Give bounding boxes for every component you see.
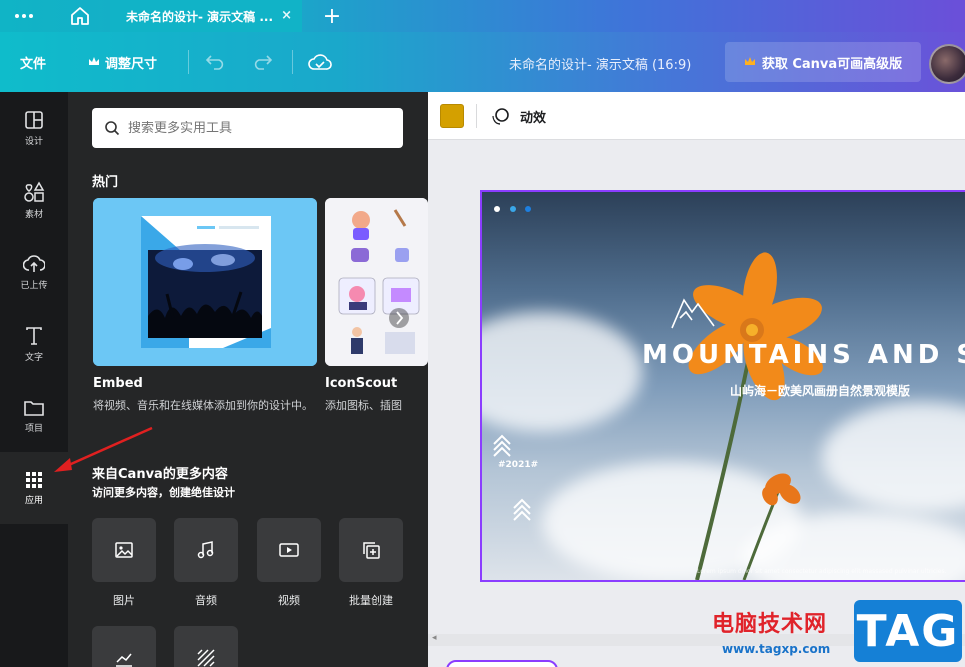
app-label-video: 视频	[278, 594, 300, 607]
slide-title[interactable]: MOUNTAINS AND S	[642, 340, 965, 370]
toolbar-divider	[292, 50, 293, 74]
card-name-embed: Embed	[93, 376, 143, 391]
color-swatch[interactable]	[440, 104, 464, 128]
search-input[interactable]	[128, 120, 368, 136]
rail-item-design[interactable]: 设计	[0, 96, 68, 160]
toolbar-divider	[188, 50, 189, 74]
design-layout-icon	[25, 110, 43, 129]
slide-footer-text[interactable]: Lorem ipsum dolor sit amet consectetur a…	[697, 568, 947, 575]
home-icon[interactable]	[62, 0, 98, 32]
red-annotation-arrow	[54, 426, 153, 472]
rail-item-elements[interactable]: 素材	[0, 168, 68, 232]
scroll-left-icon[interactable]: ◂	[432, 633, 437, 643]
more-content-subtitle: 访问更多内容，创建绝佳设计	[92, 486, 235, 499]
left-rail: 设计 素材 已上传 文字 项目 应用	[0, 92, 68, 667]
rail-label: 设计	[24, 136, 43, 147]
animate-button[interactable]: 动效	[490, 104, 546, 128]
app-label-images: 图片	[113, 594, 135, 607]
close-icon[interactable]: ×	[281, 8, 292, 23]
tab-bar: 未命名的设计- 演示文稿 ... × +	[0, 0, 965, 32]
file-menu-button[interactable]: 文件	[20, 32, 46, 92]
rail-label: 文字	[24, 352, 43, 363]
new-tab-button[interactable]: +	[318, 0, 346, 32]
pattern-stripes-icon	[197, 649, 215, 667]
embed-thumbnail	[93, 198, 317, 366]
resize-label: 调整尺寸	[105, 56, 158, 72]
slide-page[interactable]: MOUNTAINS AND S 山屿海－欧美风画册自然景观模版 #2021# L…	[480, 190, 965, 582]
more-dots-icon[interactable]	[8, 0, 40, 32]
rail-label: 应用	[24, 495, 43, 506]
rail-item-text[interactable]: 文字	[0, 312, 68, 376]
toolbar-divider	[476, 104, 477, 128]
image-icon	[115, 542, 133, 558]
crown-icon	[744, 55, 756, 70]
tab-title: 未命名的设计- 演示文稿 ...	[126, 9, 274, 24]
app-tile-images[interactable]	[92, 518, 156, 582]
upgrade-button[interactable]: 获取 Canva可画高级版	[725, 42, 921, 82]
avatar[interactable]	[929, 44, 965, 84]
undo-icon[interactable]	[205, 32, 227, 92]
watermark-text: 电脑技术网	[712, 612, 828, 637]
card-name-iconscout: IconScout	[325, 376, 398, 391]
folder-icon	[24, 400, 44, 416]
slide-subtitle[interactable]: 山屿海－欧美风画册自然景观模版	[730, 382, 910, 399]
animate-icon	[492, 108, 509, 125]
app-tile-charts[interactable]	[92, 626, 156, 667]
music-note-icon	[197, 541, 214, 559]
rail-label: 已上传	[20, 280, 48, 291]
bulk-create-icon	[363, 542, 380, 559]
animate-label: 动效	[520, 110, 547, 126]
app-tile-video[interactable]	[257, 518, 321, 582]
rail-label: 素材	[24, 209, 43, 220]
apps-grid-icon	[26, 471, 42, 488]
tab-current-design[interactable]: 未命名的设计- 演示文稿 ... ×	[110, 0, 302, 32]
rail-item-uploads[interactable]: 已上传	[0, 240, 68, 304]
watermark-url: www.tagxp.com	[722, 642, 831, 656]
video-play-icon	[279, 543, 299, 557]
crown-icon	[88, 55, 100, 70]
search-box[interactable]	[92, 108, 403, 148]
watermark-tag-logo: TAG	[854, 600, 962, 662]
slide-year[interactable]: #2021#	[498, 460, 538, 471]
page-thumbnail-strip[interactable]	[446, 660, 558, 667]
popular-heading: 热门	[92, 175, 119, 190]
top-toolbar: 文件 调整尺寸 未命名的设计- 演示文稿 (16:9) 获取 Canva可画高级…	[0, 32, 965, 92]
chart-line-icon	[116, 653, 132, 667]
canva-editor: 未命名的设计- 演示文稿 ... × + 文件 调整尺寸 未命名的设计- 演示文…	[0, 0, 965, 667]
apps-panel: 热门 Embed 将视频、音乐和在线媒体添加到你的设计中。	[68, 92, 428, 667]
iconscout-thumbnail	[325, 198, 428, 366]
card-desc-iconscout: 添加图标、插图	[325, 399, 402, 412]
upgrade-label: 获取 Canva可画高级版	[761, 56, 903, 72]
resize-button[interactable]: 调整尺寸	[88, 32, 157, 92]
app-card-iconscout[interactable]	[325, 198, 428, 366]
upload-cloud-icon	[23, 254, 45, 272]
card-desc-embed: 将视频、音乐和在线媒体添加到你的设计中。	[93, 399, 313, 412]
app-label-bulk-create: 批量创建	[349, 594, 393, 607]
app-tile-patterns[interactable]	[174, 626, 238, 667]
redo-icon[interactable]	[251, 32, 273, 92]
document-title[interactable]: 未命名的设计- 演示文稿 (16:9)	[509, 54, 691, 73]
app-card-embed[interactable]	[93, 198, 317, 366]
search-icon	[105, 121, 120, 136]
text-icon	[26, 326, 42, 345]
editor-toolbar: 动效	[428, 92, 965, 140]
app-label-audio: 音频	[195, 594, 217, 607]
elements-shapes-icon	[24, 180, 45, 202]
cloud-saved-icon[interactable]	[308, 32, 332, 92]
app-tile-bulk-create[interactable]	[339, 518, 403, 582]
rail-label: 项目	[24, 423, 43, 434]
app-tile-audio[interactable]	[174, 518, 238, 582]
